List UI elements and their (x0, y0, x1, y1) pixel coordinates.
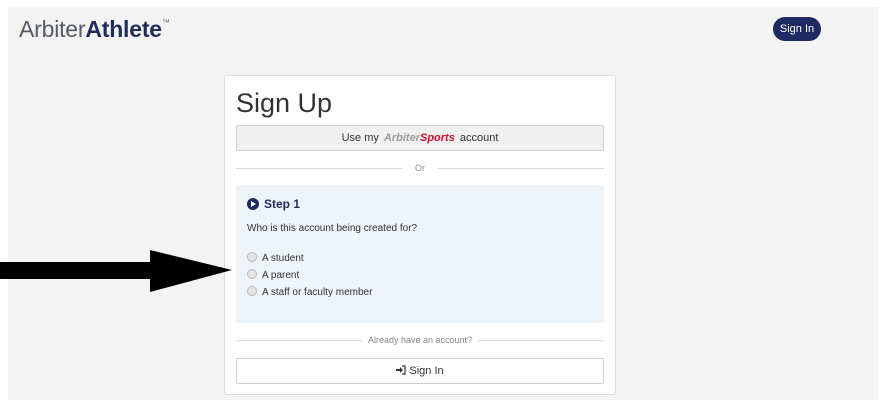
logo-text-arbiter: Arbiter (19, 16, 86, 42)
already-have-account-divider: Already have an account? (236, 333, 604, 347)
step-1-panel: Step 1 Who is this account being created… (236, 185, 604, 323)
radio-button[interactable] (247, 252, 257, 262)
radio-option-parent[interactable]: A parent (247, 269, 299, 283)
arbiter-sports-logo-part1: Arbiter (383, 132, 420, 144)
header-sign-in-button[interactable]: Sign In (773, 17, 821, 41)
arbiter-button-suffix: account (459, 132, 499, 144)
sign-in-icon (396, 360, 406, 375)
arbiter-sports-logo-part2: Sports (419, 132, 455, 144)
step-title: Step 1 (247, 197, 300, 211)
radio-option-label: A parent (262, 270, 300, 281)
logo-text-athlete: Athlete (85, 16, 162, 42)
chevron-circle-right-icon (247, 198, 259, 210)
radio-option-student[interactable]: A student (247, 252, 304, 266)
divider-line-right (438, 168, 604, 169)
arbiter-sports-logo: ArbiterSports (384, 132, 455, 144)
step-question: Who is this account being created for? (247, 223, 418, 234)
sign-up-card: Sign Up Use my ArbiterSports account Or … (224, 75, 616, 395)
radio-option-label: A staff or faculty member (262, 287, 373, 298)
radio-button[interactable] (247, 286, 257, 296)
radio-button[interactable] (247, 269, 257, 279)
sign-in-button-label: Sign In (409, 365, 444, 377)
divider-line-right (478, 340, 604, 341)
radio-option-staff[interactable]: A staff or faculty member (247, 286, 372, 300)
arbiter-button-prefix: Use my (341, 132, 379, 144)
use-arbiter-sports-account-button[interactable]: Use my ArbiterSports account (236, 125, 604, 151)
logo-trademark: ™ (161, 18, 170, 27)
step-title-text: Step 1 (264, 197, 301, 211)
or-divider: Or (236, 161, 604, 175)
sign-in-button[interactable]: Sign In (236, 358, 604, 384)
radio-option-label: A student (262, 253, 304, 264)
annotation-arrow (0, 250, 232, 292)
page-title: Sign Up (236, 88, 333, 118)
app-logo[interactable]: ArbiterAthlete™ (19, 16, 170, 43)
